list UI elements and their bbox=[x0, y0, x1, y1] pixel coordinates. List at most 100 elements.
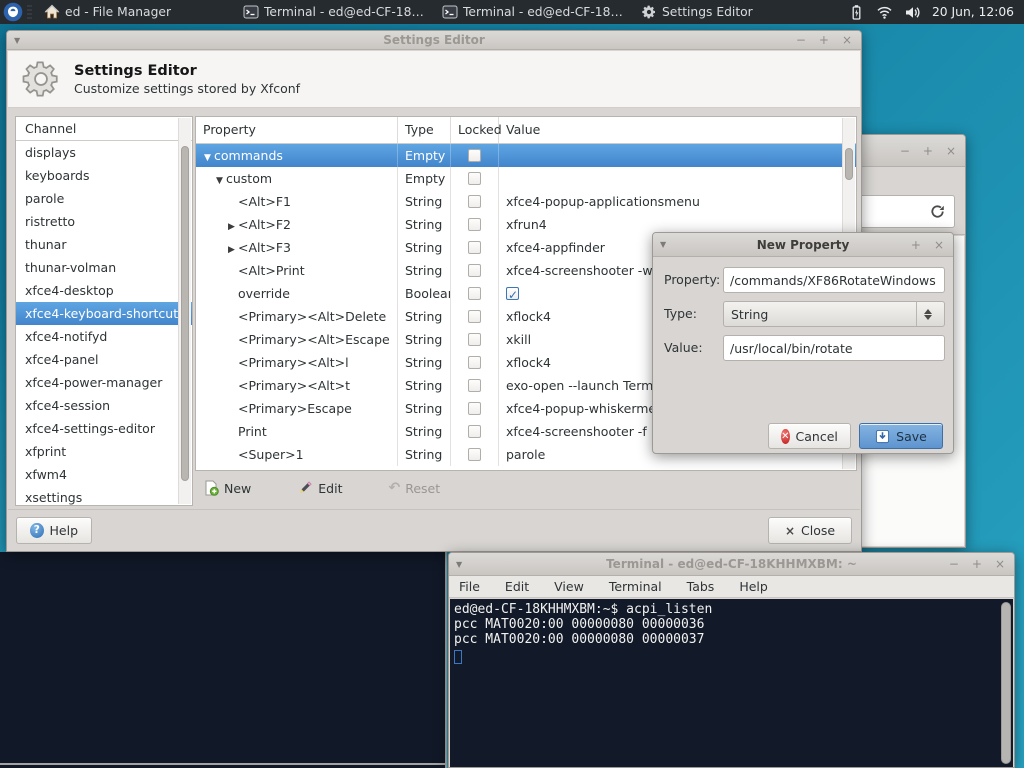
locked-checkbox[interactable] bbox=[468, 402, 481, 415]
expander-icon[interactable]: ▶ bbox=[225, 239, 238, 259]
type-select[interactable]: String bbox=[723, 301, 945, 327]
property-input[interactable] bbox=[723, 267, 945, 293]
minimize-icon[interactable]: − bbox=[900, 145, 910, 157]
channel-item[interactable]: xfwm4 bbox=[16, 463, 192, 486]
refresh-icon[interactable] bbox=[929, 203, 954, 220]
terminal-icon bbox=[442, 4, 458, 20]
locked-checkbox[interactable] bbox=[468, 356, 481, 369]
close-icon[interactable]: × bbox=[946, 145, 956, 157]
maximize-icon[interactable]: + bbox=[972, 558, 982, 570]
property-value bbox=[499, 144, 856, 167]
channel-item[interactable]: keyboards bbox=[16, 164, 192, 187]
locked-checkbox[interactable] bbox=[468, 172, 481, 185]
applications-menu-button[interactable] bbox=[3, 2, 23, 22]
channel-item[interactable]: xfce4-keyboard-shortcuts bbox=[16, 302, 192, 325]
channel-item[interactable]: xfce4-desktop bbox=[16, 279, 192, 302]
cancel-button[interactable]: ✕ Cancel bbox=[768, 423, 851, 449]
page-subtitle: Customize settings stored by Xfconf bbox=[74, 81, 300, 96]
column-property[interactable]: Property bbox=[196, 117, 398, 143]
locked-checkbox[interactable] bbox=[468, 241, 481, 254]
maximize-icon[interactable]: + bbox=[911, 239, 921, 251]
locked-checkbox[interactable] bbox=[468, 287, 481, 300]
locked-checkbox[interactable] bbox=[468, 333, 481, 346]
settings-titlebar[interactable]: ▼ Settings Editor − + × bbox=[7, 31, 861, 50]
column-value[interactable]: Value bbox=[499, 117, 856, 143]
taskbar-item[interactable]: Settings Editor bbox=[635, 0, 795, 24]
expander-icon[interactable]: ▼ bbox=[213, 170, 226, 190]
locked-checkbox[interactable] bbox=[468, 149, 481, 162]
cancel-button-label: Cancel bbox=[796, 429, 838, 444]
channel-item[interactable]: displays bbox=[16, 141, 192, 164]
close-icon[interactable]: × bbox=[842, 34, 852, 46]
save-button[interactable]: Save bbox=[859, 423, 943, 449]
table-row[interactable]: ▼commands Empty bbox=[196, 144, 856, 167]
property-name: <Primary><Alt>Delete bbox=[238, 309, 386, 324]
new-button[interactable]: New bbox=[203, 480, 251, 496]
channel-item[interactable]: xfprint bbox=[16, 440, 192, 463]
background-terminal-window[interactable] bbox=[0, 552, 447, 768]
value-field-label: Value: bbox=[664, 335, 703, 361]
close-icon[interactable]: × bbox=[934, 239, 944, 251]
channel-item[interactable]: ristretto bbox=[16, 210, 192, 233]
menu-item-edit[interactable]: Edit bbox=[505, 579, 529, 594]
dialog-titlebar[interactable]: ▼ New Property + × bbox=[653, 233, 953, 257]
locked-checkbox[interactable] bbox=[468, 425, 481, 438]
minimize-icon[interactable]: − bbox=[949, 558, 959, 570]
table-row[interactable]: <Alt>F1 String xfce4-popup-applicationsm… bbox=[196, 190, 856, 213]
locked-checkbox[interactable] bbox=[468, 448, 481, 461]
channel-item[interactable]: xfce4-panel bbox=[16, 348, 192, 371]
value-checkbox[interactable] bbox=[506, 287, 519, 300]
battery-icon[interactable] bbox=[848, 4, 865, 21]
channel-column-header[interactable]: Channel bbox=[16, 117, 192, 141]
channel-scrollbar[interactable] bbox=[178, 118, 191, 504]
property-type: Boolean bbox=[398, 282, 451, 305]
menu-item-terminal[interactable]: Terminal bbox=[609, 579, 662, 594]
close-icon[interactable]: × bbox=[995, 558, 1005, 570]
terminal-screen[interactable]: ed@ed-CF-18KHHMXBM:~$ acpi_listenpcc MAT… bbox=[450, 599, 1013, 767]
edit-button[interactable]: Edit bbox=[297, 480, 342, 496]
value-input[interactable] bbox=[723, 335, 945, 361]
window-title: Settings Editor bbox=[7, 33, 861, 47]
channel-item[interactable]: parole bbox=[16, 187, 192, 210]
locked-checkbox[interactable] bbox=[468, 264, 481, 277]
volume-icon[interactable] bbox=[904, 4, 921, 21]
help-button[interactable]: ? Help bbox=[16, 517, 92, 544]
locked-checkbox[interactable] bbox=[468, 195, 481, 208]
channel-item[interactable]: xfce4-power-manager bbox=[16, 371, 192, 394]
channel-item[interactable]: xfce4-session bbox=[16, 394, 192, 417]
column-type[interactable]: Type bbox=[398, 117, 451, 143]
table-row[interactable]: ▼custom Empty bbox=[196, 167, 856, 190]
channel-item[interactable]: xsettings bbox=[16, 486, 192, 506]
terminal-scrollbar[interactable] bbox=[1001, 602, 1011, 764]
column-locked[interactable]: Locked bbox=[451, 117, 499, 143]
menu-item-tabs[interactable]: Tabs bbox=[687, 579, 715, 594]
spinner-arrows-icon[interactable] bbox=[916, 302, 938, 326]
menu-item-file[interactable]: File bbox=[459, 579, 480, 594]
settings-gear-icon bbox=[20, 58, 62, 100]
reset-button[interactable]: ↶ Reset bbox=[388, 480, 440, 496]
clock[interactable]: 20 Jun, 12:06 bbox=[932, 5, 1014, 19]
menu-item-view[interactable]: View bbox=[554, 579, 584, 594]
locked-checkbox[interactable] bbox=[468, 310, 481, 323]
expander-icon[interactable]: ▼ bbox=[201, 147, 214, 167]
channel-item[interactable]: xfce4-notifyd bbox=[16, 325, 192, 348]
locked-checkbox[interactable] bbox=[468, 379, 481, 392]
channel-item[interactable]: thunar bbox=[16, 233, 192, 256]
close-button[interactable]: × Close bbox=[768, 517, 852, 544]
channel-item[interactable]: thunar-volman bbox=[16, 256, 192, 279]
terminal-titlebar[interactable]: ▼ Terminal - ed@ed-CF-18KHHMXBM: ~ − + × bbox=[449, 553, 1014, 576]
channel-item[interactable]: xfce4-settings-editor bbox=[16, 417, 192, 440]
maximize-icon[interactable]: + bbox=[923, 145, 933, 157]
menu-item-help[interactable]: Help bbox=[739, 579, 768, 594]
property-name: custom bbox=[226, 171, 272, 186]
locked-checkbox[interactable] bbox=[468, 218, 481, 231]
minimize-icon[interactable]: − bbox=[796, 34, 806, 46]
expander-icon[interactable]: ▶ bbox=[225, 216, 238, 236]
taskbar-item[interactable]: Terminal - ed@ed-CF-18KHH... bbox=[237, 0, 436, 24]
taskbar-item[interactable]: ed - File Manager bbox=[38, 0, 237, 24]
maximize-icon[interactable]: + bbox=[819, 34, 829, 46]
wifi-icon[interactable] bbox=[876, 4, 893, 21]
edit-button-label: Edit bbox=[318, 481, 342, 496]
reset-button-label: Reset bbox=[405, 481, 440, 496]
taskbar-item[interactable]: Terminal - ed@ed-CF-18KHH... bbox=[436, 0, 635, 24]
